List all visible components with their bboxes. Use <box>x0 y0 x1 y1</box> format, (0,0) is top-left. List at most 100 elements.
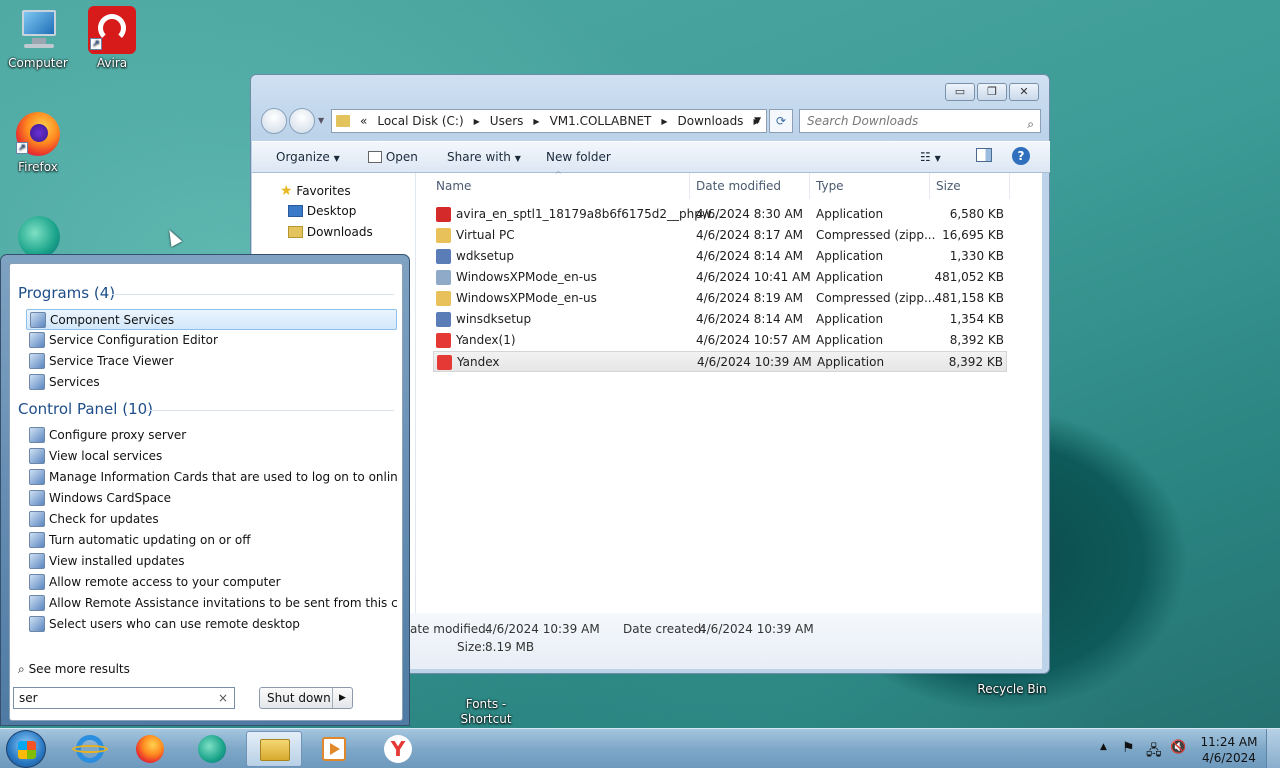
start-menu-item[interactable]: Allow remote access to your computer <box>26 572 397 593</box>
detail-created-label: Date created: <box>623 622 706 636</box>
share-with-button[interactable]: Share with ▼ <box>447 150 521 164</box>
taskbar-windows-explorer[interactable] <box>246 731 302 767</box>
show-desktop-button[interactable] <box>1266 729 1280 768</box>
volume-muted-icon[interactable]: 🔇 <box>1170 740 1186 755</box>
start-menu-item[interactable]: Select users who can use remote desktop <box>26 614 397 635</box>
file-row[interactable]: WindowsXPMode_en-us 4/6/2024 8:19 AM Compr… <box>433 288 1007 309</box>
action-center-flag-icon[interactable]: ⚑ <box>1122 740 1135 756</box>
desktop-icon-avira[interactable]: ↗ Avira <box>74 6 150 70</box>
shutdown-button[interactable]: Shut down ▶ <box>259 687 353 709</box>
config-editor-icon <box>29 332 45 348</box>
refresh-button[interactable]: ⟳ <box>769 109 793 133</box>
taskbar-edge[interactable] <box>184 731 240 767</box>
search-input[interactable]: Search Downloads ⌕ <box>799 109 1041 133</box>
start-menu-item[interactable]: Windows CardSpace <box>26 488 397 509</box>
address-overflow[interactable]: « <box>360 114 367 128</box>
proxy-icon <box>29 427 45 443</box>
desktop-icon-computer[interactable]: Computer <box>0 6 76 70</box>
file-row[interactable]: WindowsXPMode_en-us 4/6/2024 10:41 AM Appl… <box>433 267 1007 288</box>
system-clock[interactable]: 11:24 AM 4/6/2024 <box>1198 734 1260 766</box>
forward-button[interactable] <box>289 108 315 134</box>
address-bar[interactable]: « Local Disk (C:) ▶ Users ▶ VM1.COLLABNE… <box>331 109 767 133</box>
breadcrumb-downloads[interactable]: Downloads <box>678 114 744 128</box>
open-icon <box>368 151 382 163</box>
taskbar-yandex[interactable]: Y <box>370 731 426 767</box>
file-size: 16,695 KB <box>942 228 1004 242</box>
file-type: Application <box>816 312 884 326</box>
avira-file-icon <box>436 207 451 222</box>
app-window-icon <box>436 270 451 285</box>
file-date: 4/6/2024 8:17 AM <box>696 228 804 242</box>
maximize-button[interactable]: ❐ <box>977 83 1007 101</box>
preview-pane-button[interactable] <box>976 148 992 165</box>
start-menu-item[interactable]: View local services <box>26 446 397 467</box>
new-folder-button[interactable]: New folder <box>546 150 611 164</box>
recent-pages-chevron-icon[interactable]: ▼ <box>318 116 324 125</box>
file-row[interactable]: avira_en_sptl1_18179a8b6f6175d2__phpw...… <box>433 204 1007 225</box>
start-menu-item[interactable]: Allow Remote Assistance invitations to b… <box>26 593 397 614</box>
minimize-button[interactable]: ▭ <box>945 83 975 101</box>
nav-item-label: Downloads <box>306 225 373 239</box>
start-menu-item[interactable]: Service Configuration Editor <box>26 330 397 351</box>
file-row[interactable]: winsdksetup 4/6/2024 8:14 AM Application 1,… <box>433 309 1007 330</box>
search-icon[interactable]: ⌕ <box>1027 113 1034 135</box>
shutdown-options-arrow-icon[interactable]: ▶ <box>332 688 352 708</box>
downloads-folder-icon <box>288 226 303 238</box>
divider <box>112 294 394 295</box>
column-header-date[interactable]: Date modified <box>690 173 810 199</box>
file-type: Application <box>817 355 885 369</box>
open-label: Open <box>385 150 418 164</box>
close-button[interactable]: ✕ <box>1009 83 1039 101</box>
view-list-icon: ☷ <box>920 150 931 164</box>
address-dropdown-icon[interactable]: ▼ <box>754 116 761 126</box>
start-menu-item-label: Service Configuration Editor <box>49 333 218 347</box>
start-menu-item[interactable]: Configure proxy server <box>26 425 397 446</box>
back-button[interactable] <box>261 108 287 134</box>
desktop-icon-label: Recycle Bin <box>977 682 1047 696</box>
nav-item-downloads[interactable]: Downloads <box>288 225 373 239</box>
start-menu-item[interactable]: View installed updates <box>26 551 397 572</box>
start-button[interactable] <box>6 730 46 768</box>
taskbar-media-player[interactable] <box>306 731 362 767</box>
desktop-icon-label: Avira <box>96 56 128 70</box>
start-search-input[interactable]: ser × <box>13 687 235 709</box>
installed-updates-icon <box>29 553 45 569</box>
column-header-size[interactable]: Size <box>930 173 1010 199</box>
file-row[interactable]: Virtual PC 4/6/2024 8:17 AM Compressed (zi… <box>433 225 1007 246</box>
clock-time: 11:24 AM <box>1200 735 1258 749</box>
control-panel-group-header: Control Panel (10) <box>18 400 154 418</box>
desktop-icon-recycle-bin[interactable]: Recycle Bin <box>974 682 1050 696</box>
file-type: Compressed (zipp... <box>816 291 936 305</box>
nav-item-desktop[interactable]: Desktop <box>288 204 356 218</box>
start-menu-item[interactable]: Manage Information Cards that are used t… <box>26 467 397 488</box>
breadcrumb-local-disk[interactable]: Local Disk (C:) <box>377 114 463 128</box>
breadcrumb-users[interactable]: Users <box>490 114 524 128</box>
file-row[interactable]: Yandex 4/6/2024 10:39 AM Application 8,392 … <box>433 351 1007 372</box>
see-more-results-link[interactable]: ⌕ See more results <box>18 662 130 677</box>
file-row[interactable]: wdksetup 4/6/2024 8:14 AM Application 1,330… <box>433 246 1007 267</box>
help-button[interactable]: ? <box>1012 147 1030 165</box>
organize-button[interactable]: Organize ▼ <box>276 150 340 164</box>
column-header-type[interactable]: Type <box>810 173 930 199</box>
desktop-icon-firefox[interactable]: ↗ Firefox <box>0 110 76 174</box>
open-button[interactable]: Open <box>368 150 418 164</box>
start-menu-item[interactable]: Service Trace Viewer <box>26 351 397 372</box>
network-icon[interactable]: 🖧 <box>1146 740 1162 764</box>
file-name: Virtual PC <box>456 228 515 242</box>
chevron-down-icon: ▼ <box>333 154 340 163</box>
start-menu-item[interactable]: Turn automatic updating on or off <box>26 530 397 551</box>
taskbar-internet-explorer[interactable] <box>62 731 118 767</box>
taskbar-firefox[interactable] <box>122 731 178 767</box>
clock-date: 4/6/2024 <box>1202 751 1256 765</box>
breadcrumb-vm1[interactable]: VM1.COLLABNET <box>550 114 652 128</box>
view-options-button[interactable]: ☷ ▼ <box>920 150 941 164</box>
ie-ring-icon <box>72 745 108 753</box>
show-hidden-icons-button[interactable]: ▲ <box>1100 742 1107 752</box>
start-menu-item[interactable]: Check for updates <box>26 509 397 530</box>
clear-search-icon[interactable]: × <box>218 688 228 708</box>
remote-icon <box>29 574 45 590</box>
favorites-item[interactable]: ★ Favorites <box>280 183 351 199</box>
file-row[interactable]: Yandex(1) 4/6/2024 10:57 AM Application 8,3… <box>433 330 1007 351</box>
start-menu-item[interactable]: Component Services <box>26 309 397 330</box>
start-menu-item[interactable]: Services <box>26 372 397 393</box>
